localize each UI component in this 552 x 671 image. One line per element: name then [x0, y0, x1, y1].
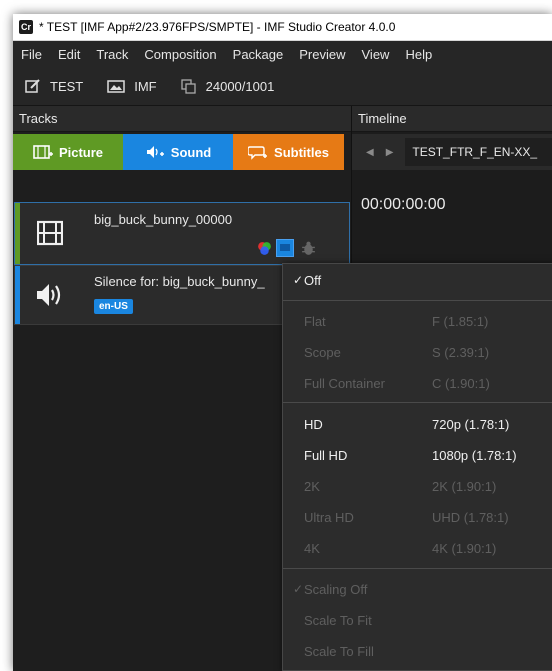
add-sound-icon — [146, 146, 164, 158]
menu-item-2k: 2K 2K (1.90:1) — [304, 478, 497, 494]
edit-rate-button[interactable]: 24000/1001 — [180, 78, 275, 94]
track-label: big_buck_bunny_00000 — [94, 212, 233, 227]
speaker-icon — [37, 284, 61, 306]
tab-sound-label: Sound — [170, 144, 212, 160]
menu-item-off[interactable]: ✓ Off — [283, 265, 552, 295]
tab-picture[interactable]: Picture — [13, 134, 123, 170]
menu-separator — [283, 568, 552, 569]
track-picture[interactable]: big_buck_bunny_00000 — [14, 202, 350, 265]
menu-item-scale-to-fit: Scale To Fit — [304, 612, 372, 628]
timeline-nav: ◀▶ TEST_FTR_F_EN-XX_ — [352, 134, 552, 170]
edit-icon — [25, 79, 40, 93]
toolbar: TEST IMF 24000/1001 — [13, 67, 552, 106]
menu-package[interactable]: Package — [225, 47, 292, 62]
menu-separator — [283, 300, 552, 301]
package-type-button[interactable]: IMF — [107, 78, 157, 94]
track-color-bar — [15, 266, 20, 324]
folder-image-icon — [107, 80, 125, 93]
tracks-panel-title: Tracks — [13, 106, 351, 132]
menu-item-ultra-hd: Ultra HD UHD (1.78:1) — [304, 509, 509, 525]
track-label: Silence for: big_buck_bunny_ — [94, 274, 265, 289]
title-bar: Cr * TEST [IMF App#2/23.976FPS/SMPTE] - … — [13, 14, 552, 41]
menu-item-4k: 4K 4K (1.90:1) — [304, 540, 497, 556]
menu-item-flat: Flat F (1.85:1) — [304, 313, 489, 329]
menu-help[interactable]: Help — [397, 47, 440, 62]
menu-preview[interactable]: Preview — [291, 47, 353, 62]
track-color-bar — [15, 203, 20, 264]
checkmark-icon: ✓ — [292, 273, 303, 287]
timeline-panel-title: Timeline — [352, 106, 552, 132]
menu-edit[interactable]: Edit — [50, 47, 88, 62]
menu-item-hd[interactable]: HD 720p (1.78:1) — [283, 409, 552, 439]
menu-item-full-hd[interactable]: Full HD 1080p (1.78:1) — [283, 440, 552, 470]
menu-bar: File Edit Track Composition Package Prev… — [13, 41, 552, 67]
color-wheel-icon[interactable] — [256, 240, 273, 257]
edit-rate: 24000/1001 — [205, 78, 275, 94]
copy-icon — [180, 78, 196, 94]
menu-view[interactable]: View — [354, 47, 398, 62]
track-type-tabs: Picture Sound Subtitles — [13, 134, 344, 170]
tab-sound[interactable]: Sound — [123, 134, 233, 170]
language-badge: en-US — [94, 299, 133, 314]
menu-track[interactable]: Track — [88, 47, 136, 62]
project-name-button[interactable]: TEST — [25, 79, 83, 94]
project-name: TEST — [50, 78, 84, 94]
app-icon: Cr — [19, 20, 33, 34]
window-title: * TEST [IMF App#2/23.976FPS/SMPTE] - IMF… — [39, 20, 396, 34]
menu-file[interactable]: File — [13, 47, 50, 62]
menu-separator — [283, 402, 552, 403]
add-subtitle-icon — [248, 146, 268, 160]
aspect-ratio-icon[interactable] — [276, 239, 294, 257]
checkmark-icon: ✓ — [292, 582, 303, 596]
menu-item-scope: Scope S (2.39:1) — [304, 344, 490, 360]
tab-subtitles[interactable]: Subtitles — [233, 134, 344, 170]
film-icon — [37, 220, 63, 246]
timeline-nav-arrows[interactable]: ◀▶ — [366, 147, 405, 158]
menu-item-scale-to-fill: Scale To Fill — [304, 643, 374, 659]
menu-composition[interactable]: Composition — [136, 47, 224, 62]
tab-picture-label: Picture — [58, 144, 104, 160]
package-type: IMF — [134, 78, 157, 94]
bug-icon[interactable] — [300, 240, 317, 257]
composition-name[interactable]: TEST_FTR_F_EN-XX_ — [405, 138, 552, 166]
timecode-display: 00:00:00:00 — [361, 196, 446, 213]
add-picture-icon — [33, 145, 53, 159]
aspect-ratio-menu: ✓ Off Flat F (1.85:1) Scope S (2.39:1) Full… — [282, 263, 552, 671]
tab-subtitles-label: Subtitles — [274, 144, 329, 160]
menu-item-full-container: Full Container C (1.90:1) — [304, 375, 490, 391]
menu-item-scaling-off: ✓ Scaling Off — [283, 574, 552, 604]
